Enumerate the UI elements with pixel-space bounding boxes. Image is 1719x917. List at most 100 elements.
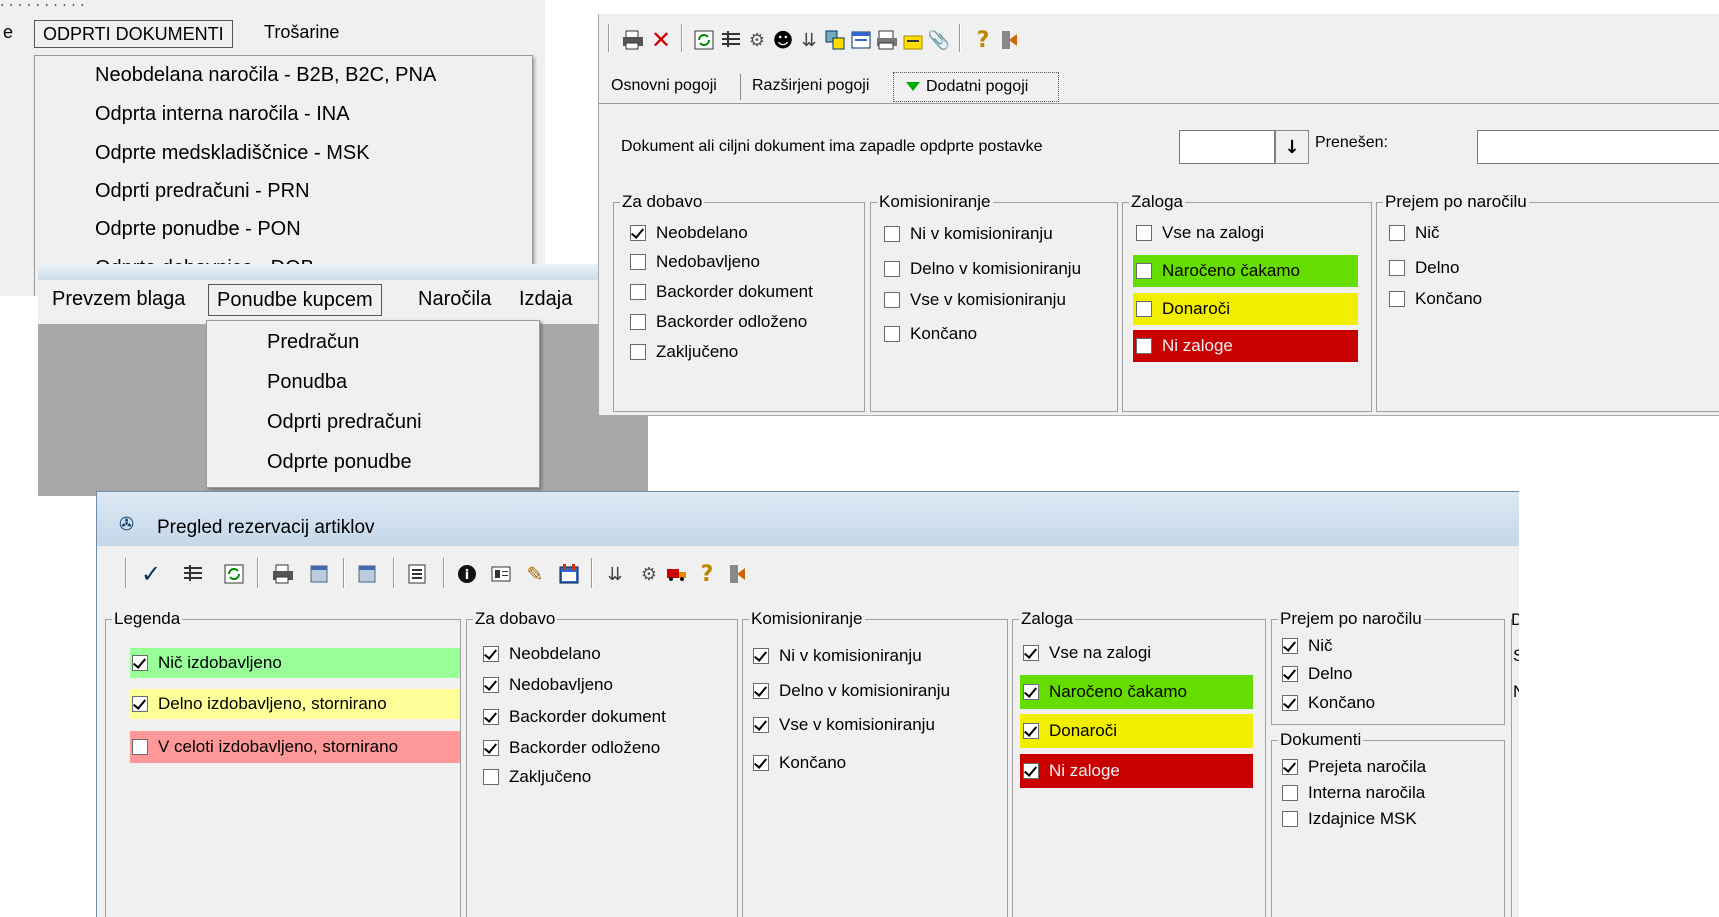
truck-icon[interactable]: [665, 562, 689, 586]
chk-delno-v-komisioniranju[interactable]: Delno v komisioniranju: [753, 681, 950, 701]
chk-interna-narocila[interactable]: Interna naročila: [1282, 783, 1425, 803]
chk-backorder-dokument[interactable]: Backorder dokument: [483, 707, 666, 727]
menu-item-predracun[interactable]: Predračun: [207, 323, 539, 362]
import-icon[interactable]: ⇊: [797, 28, 821, 52]
chk-nedobavljeno[interactable]: Nedobavljeno: [483, 675, 613, 695]
copy-icon[interactable]: [823, 28, 847, 52]
transferred-input[interactable]: [1477, 130, 1719, 164]
chk-label: Ni zaloge: [1162, 336, 1233, 355]
chk-neobdelano[interactable]: Neobdelano: [630, 223, 748, 243]
chk-ni-v-komisioniranju[interactable]: Ni v komisioniranju: [884, 224, 1053, 244]
menu-item-prev[interactable]: e: [3, 22, 13, 43]
menu-odprti-dokumenti[interactable]: ODPRTI DOKUMENTI: [34, 20, 233, 48]
tab-razsirjeni[interactable]: Razširjeni pogoji: [752, 77, 869, 95]
chk-delno[interactable]: Delno: [1282, 664, 1352, 684]
chk-vse-na-zalogi[interactable]: Vse na zalogi: [1023, 643, 1151, 663]
settings-icon[interactable]: ⚙: [745, 28, 769, 52]
card-icon[interactable]: [489, 562, 513, 586]
chk-neobdelano[interactable]: Neobdelano: [483, 644, 601, 664]
cut-letter: S: [1513, 646, 1519, 666]
tab-dodatni[interactable]: Dodatni pogoji: [893, 72, 1059, 102]
user-icon[interactable]: ☻: [771, 28, 795, 52]
menu-item-interna[interactable]: Odprta interna naročila - INA: [35, 95, 532, 134]
transferred-label: Prenešen:: [1315, 134, 1388, 151]
chk-izdajnice-msk[interactable]: Izdajnice MSK: [1282, 809, 1417, 829]
chk-naroceno-cakamo[interactable]: Naročeno čakamo: [1133, 255, 1358, 287]
menu-izdaja[interactable]: Izdaja: [519, 288, 572, 311]
chk-delno-v-komisioniranju[interactable]: Delno v komisioniranju: [884, 259, 1081, 279]
chk-prejeta-narocila[interactable]: Prejeta naročila: [1282, 757, 1426, 777]
menu-item-ponudbe[interactable]: Odprte ponudbe - PON: [35, 210, 532, 249]
columns-icon[interactable]: [181, 562, 205, 586]
menu-item-medskladiscnice[interactable]: Odprte medskladiščnice - MSK: [35, 134, 532, 173]
chk-label: Delno: [1308, 664, 1353, 683]
print-icon[interactable]: [271, 562, 295, 586]
chk-naroceno-cakamo[interactable]: Naročeno čakamo: [1020, 675, 1253, 709]
chk-vse-na-zalogi[interactable]: Vse na zalogi: [1136, 223, 1264, 243]
refresh-icon[interactable]: [222, 562, 246, 586]
chk-donaroci[interactable]: Donaroči: [1133, 293, 1358, 325]
chk-nedobavljeno[interactable]: Nedobavljeno: [630, 252, 760, 272]
legend-v-celoti-izdobavljeno[interactable]: V celoti izdobavljeno, stornirano: [130, 731, 460, 763]
chk-koncano[interactable]: Končano: [884, 324, 977, 344]
chk-vse-v-komisioniranju[interactable]: Vse v komisioniranju: [884, 290, 1066, 310]
menu-item-odprti-predracuni[interactable]: Odprti predračuni: [207, 403, 539, 442]
columns-icon[interactable]: [719, 28, 743, 52]
chk-nic[interactable]: Nič: [1282, 636, 1333, 656]
chk-zakljuceno[interactable]: Zaključeno: [630, 342, 738, 362]
menu-trosarine[interactable]: Trošarine: [264, 22, 339, 43]
chk-prejem-koncano[interactable]: Končano: [1282, 693, 1375, 713]
info-icon[interactable]: i: [455, 562, 479, 586]
chk-backorder-dokument[interactable]: Backorder dokument: [630, 282, 813, 302]
legend-delno-izdobavljeno[interactable]: Delno izdobavljeno, stornirano: [130, 689, 460, 719]
edit-pencil-icon[interactable]: ✎: [523, 562, 547, 586]
menu-item-neobdelana[interactable]: Neobdelana naročila - B2B, B2C, PNA: [35, 56, 532, 95]
import-icon[interactable]: ⇊: [603, 562, 627, 586]
chk-donaroci[interactable]: Donaroči: [1020, 714, 1253, 748]
chk-label: Nič: [1415, 223, 1440, 242]
menu-ponudbe-kupcem[interactable]: Ponudbe kupcem: [208, 284, 382, 316]
chk-backorder-odlozeno[interactable]: Backorder odloženo: [630, 312, 807, 332]
help-icon[interactable]: ?: [695, 562, 719, 587]
document-icon[interactable]: [355, 562, 379, 586]
doc-condition-input[interactable]: [1179, 130, 1275, 164]
menu-item-odprte-ponudbe[interactable]: Odprte ponudbe: [207, 443, 539, 482]
chk-label: Nedobavljeno: [656, 252, 760, 271]
printer-list-icon[interactable]: [875, 28, 899, 52]
note-icon[interactable]: [901, 30, 925, 54]
attachment-icon[interactable]: 📎: [927, 28, 951, 52]
calendar-icon[interactable]: [557, 562, 581, 586]
settings-icon[interactable]: ⚙: [637, 562, 661, 586]
delete-icon[interactable]: ✕: [649, 26, 673, 54]
form-icon[interactable]: [849, 28, 873, 52]
cut-letter: D: [1511, 610, 1519, 630]
chk-prejem-koncano[interactable]: Končano: [1389, 289, 1482, 309]
tab-osnovni[interactable]: Osnovni pogoji: [611, 77, 717, 95]
chk-nic[interactable]: Nič: [1389, 223, 1440, 243]
help-icon[interactable]: ?: [971, 28, 995, 53]
exit-icon[interactable]: [725, 562, 749, 586]
cut-letter: N: [1513, 682, 1519, 702]
exit-icon[interactable]: [997, 28, 1021, 52]
menu-prevzem-blaga[interactable]: Prevzem blaga: [52, 288, 185, 311]
list-icon[interactable]: [405, 562, 429, 586]
chk-backorder-odlozeno[interactable]: Backorder odloženo: [483, 738, 660, 758]
legend-nic-izdobavljeno[interactable]: Nič izdobavljeno: [130, 648, 460, 678]
title-bar: ✇ Pregled rezervacij artiklov: [97, 492, 1519, 546]
filter-toolbar: ✕ ⚙ ☻ ⇊ 📎 ?: [599, 14, 1719, 60]
print-icon[interactable]: [621, 28, 645, 52]
chk-zakljuceno[interactable]: Zaključeno: [483, 767, 591, 787]
chk-vse-v-komisioniranju[interactable]: Vse v komisioniranju: [753, 715, 935, 735]
chk-ni-v-komisioniranju[interactable]: Ni v komisioniranju: [753, 646, 922, 666]
chk-koncano[interactable]: Končano: [753, 753, 846, 773]
doc-condition-dropdown-button[interactable]: ↓: [1275, 130, 1309, 164]
chk-ni-zaloge[interactable]: Ni zaloge: [1133, 330, 1358, 362]
preview-icon[interactable]: [307, 562, 331, 586]
refresh-icon[interactable]: [692, 28, 716, 52]
menu-item-ponudba[interactable]: Ponudba: [207, 363, 539, 402]
menu-narocila[interactable]: Naročila: [418, 288, 491, 311]
menu-item-predracuni[interactable]: Odprti predračuni - PRN: [35, 172, 532, 211]
chk-delno[interactable]: Delno: [1389, 258, 1459, 278]
chk-ni-zaloge[interactable]: Ni zaloge: [1020, 754, 1253, 788]
check-icon[interactable]: ✓: [139, 560, 163, 588]
